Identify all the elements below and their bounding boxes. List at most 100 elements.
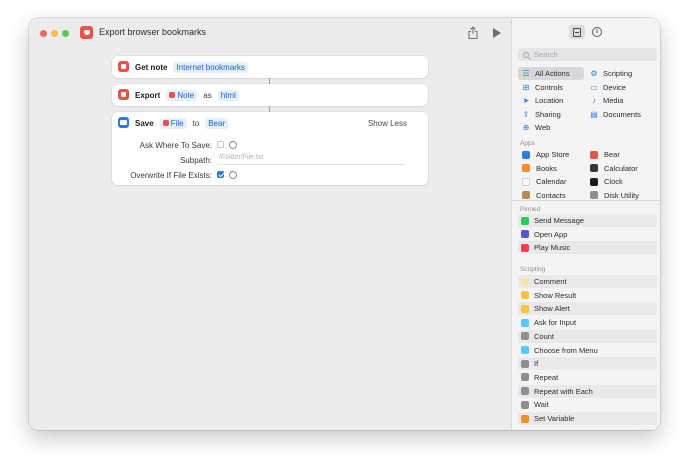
app-label: Clock <box>604 177 623 187</box>
scripting-section-label: Scripting <box>520 266 546 273</box>
web-icon: ⊕ <box>522 123 530 133</box>
action-icon <box>521 359 529 368</box>
more-options-icon[interactable] <box>229 169 237 179</box>
action-item-ask-for-input[interactable]: Ask for Input <box>518 316 657 330</box>
app-icon <box>590 150 598 159</box>
subpath-label: Subpath: <box>179 155 212 165</box>
action-item-wait[interactable]: Wait <box>518 398 657 412</box>
close-window-button[interactable] <box>40 30 47 37</box>
app-books[interactable]: Books <box>522 162 557 175</box>
action-item-show-result[interactable]: Show Result <box>518 288 657 302</box>
details-tab[interactable]: i <box>589 25 605 39</box>
editor-pane: Export browser bookmarks Get note Intern… <box>29 18 511 430</box>
action-verb: Get note <box>135 62 168 72</box>
app-icon <box>522 177 530 186</box>
action-label: Choose from Menu <box>534 345 598 355</box>
app-calendar[interactable]: Calendar <box>522 175 566 188</box>
category-label: Sharing <box>535 109 561 119</box>
search-field[interactable]: Search <box>518 48 657 61</box>
category-location[interactable]: ➤ Location <box>518 94 584 107</box>
app-label: Bear <box>604 150 620 159</box>
share-icon[interactable] <box>467 26 479 40</box>
library-icon <box>573 27 581 37</box>
app-label: Calculator <box>604 163 638 173</box>
category-media[interactable]: ♪ Media <box>586 94 654 107</box>
library-tab[interactable] <box>569 25 585 39</box>
category-controls[interactable]: ⊞ Controls <box>518 81 584 94</box>
overwrite-checkbox[interactable] <box>217 171 224 178</box>
action-export-note[interactable]: Export Note as html <box>112 84 428 106</box>
action-label: Open App <box>534 229 568 239</box>
app-icon <box>522 150 530 159</box>
action-item-comment[interactable]: Comment <box>518 275 657 288</box>
note-variable-token[interactable]: Note <box>166 89 198 101</box>
ask-where-checkbox[interactable] <box>217 141 224 148</box>
action-item-repeat[interactable]: Repeat <box>518 370 657 384</box>
action-icon <box>521 400 529 409</box>
documents-icon: ▤ <box>590 109 598 119</box>
action-item-set-variable[interactable]: Set Variable <box>518 412 657 425</box>
app-calculator[interactable]: Calculator <box>590 162 638 175</box>
action-get-note[interactable]: Get note Internet bookmarks <box>112 56 428 78</box>
action-label: If <box>534 359 539 369</box>
category-scripting[interactable]: ⚙ Scripting <box>586 67 654 80</box>
action-item-play-music[interactable]: Play Music <box>518 241 657 255</box>
action-icon <box>521 230 529 239</box>
category-web[interactable]: ⊕ Web <box>518 121 584 134</box>
app-icon <box>522 191 530 200</box>
bear-mini-icon <box>162 120 169 126</box>
joiner-word: to <box>192 118 200 128</box>
zoom-window-button[interactable] <box>62 30 69 37</box>
more-options-icon[interactable] <box>229 139 237 149</box>
action-icon <box>521 414 529 423</box>
action-item-send-message[interactable]: Send Message <box>518 214 657 227</box>
pinned-section-label: Pinned <box>520 206 541 213</box>
action-item-choose-from-menu[interactable]: Choose from Menu <box>518 343 657 357</box>
bear-mini-icon <box>169 92 176 98</box>
action-label: Repeat with Each <box>534 386 593 396</box>
action-item-show-alert[interactable]: Show Alert <box>518 302 657 316</box>
overwrite-label: Overwrite If File Exists: <box>130 170 212 180</box>
joiner-word: as <box>203 90 212 100</box>
action-icon <box>521 318 529 327</box>
category-all-actions[interactable]: ☰ All Actions <box>518 67 584 80</box>
info-icon: i <box>592 27 602 37</box>
action-item-repeat-with-each[interactable]: Repeat with Each <box>518 384 657 398</box>
action-label: Count <box>534 331 555 341</box>
action-save-file[interactable]: Save File to Bear Show Less Ask Where To… <box>112 112 428 185</box>
action-verb: Save <box>135 118 154 128</box>
sharing-icon: ⇪ <box>522 109 530 119</box>
file-variable-token[interactable]: File <box>159 117 187 129</box>
action-item-if[interactable]: If <box>518 357 657 371</box>
run-shortcut-play-icon[interactable] <box>493 28 501 38</box>
action-label: Set Variable <box>534 414 575 423</box>
title-bar: Export browser bookmarks <box>29 18 511 48</box>
app-label: Books <box>536 163 557 173</box>
minimize-window-button[interactable] <box>51 30 58 37</box>
action-item-count[interactable]: Count <box>518 329 657 343</box>
category-device[interactable]: ▭ Device <box>586 81 654 94</box>
category-documents[interactable]: ▤ Documents <box>586 108 654 121</box>
action-label: Send Message <box>534 216 585 225</box>
show-less-button[interactable]: Show Less <box>368 119 407 128</box>
format-token[interactable]: html <box>217 89 239 101</box>
app-clock[interactable]: Clock <box>590 175 623 188</box>
search-placeholder: Search <box>534 50 558 59</box>
category-label: All Actions <box>535 69 570 78</box>
window-title[interactable]: Export browser bookmarks <box>99 27 206 37</box>
device-icon: ▭ <box>590 82 598 92</box>
action-icon <box>521 243 529 252</box>
category-label: Media <box>603 96 624 106</box>
shortcut-icon[interactable] <box>80 26 93 39</box>
ask-where-row: Ask Where To Save: <box>112 139 428 151</box>
action-item-open-app[interactable]: Open App <box>518 227 657 241</box>
app-app-store[interactable]: App Store <box>522 148 569 161</box>
subpath-input[interactable]: /Folder/File.txt <box>217 154 405 165</box>
action-library-sidebar: i Search ☰ All Actions ⚙ Scripting ⊞ Controls… <box>511 18 660 430</box>
category-sharing[interactable]: ⇪ Sharing <box>518 108 584 121</box>
note-name-token[interactable]: Internet bookmarks <box>173 61 248 73</box>
app-bear[interactable]: Bear <box>590 148 620 161</box>
ask-where-label: Ask Where To Save: <box>139 140 212 150</box>
shortcuts-window: Export browser bookmarks Get note Intern… <box>29 18 660 430</box>
destination-app-token[interactable]: Bear <box>205 117 229 129</box>
